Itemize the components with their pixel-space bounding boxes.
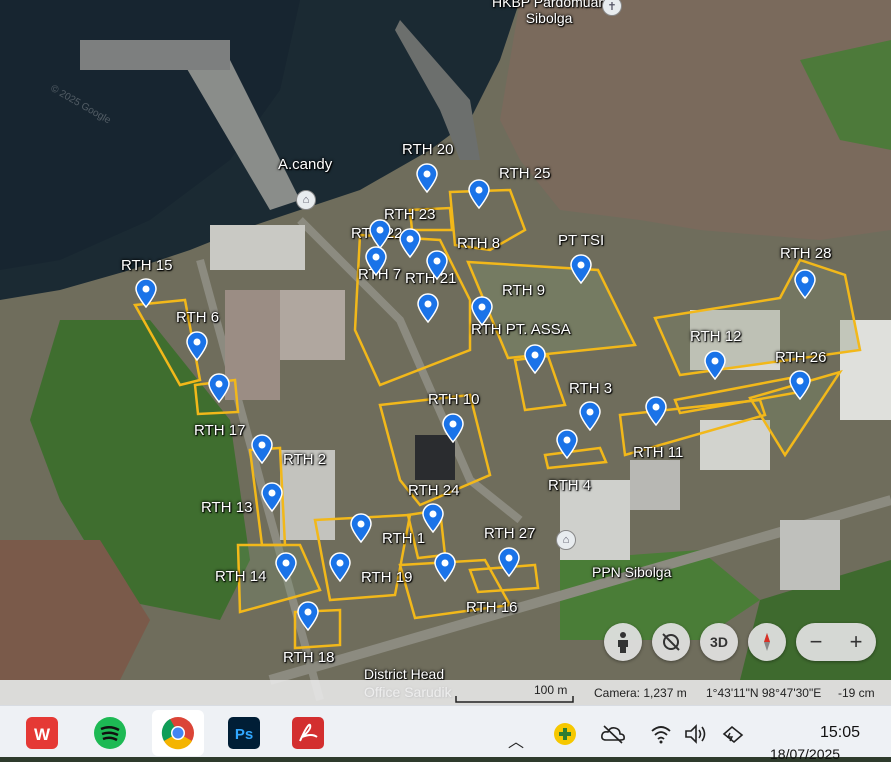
placemark-pin-icon[interactable] — [364, 246, 388, 277]
rth-label: RTH 2 — [283, 451, 327, 468]
rth-label: RTH 10 — [428, 391, 480, 408]
chevron-up-icon[interactable]: ︿ — [508, 728, 524, 752]
zoom-in-button[interactable]: + — [850, 629, 863, 655]
placemark-pin-icon[interactable] — [398, 228, 422, 259]
place-label-a-candy: A.candy — [278, 156, 333, 173]
spotify-app[interactable] — [92, 715, 128, 751]
placemark-pin-icon[interactable] — [349, 513, 373, 544]
battery-icon[interactable] — [720, 724, 746, 749]
volume-icon[interactable] — [684, 724, 708, 749]
acrobat-icon — [292, 717, 324, 749]
placemark-pin-icon[interactable] — [260, 482, 284, 513]
coordinates: 1°43'11"N 98°47'30"E — [706, 686, 822, 700]
cloud-offline-icon[interactable] — [600, 724, 626, 749]
spotify-icon — [94, 717, 126, 749]
rth-label: PT TSI — [558, 232, 605, 249]
satellite-map[interactable]: © 2025 Google HKBP Pardomuan Sibolga ✝ A.… — [0, 0, 891, 705]
placemark-pin-icon[interactable] — [467, 179, 491, 210]
taskbar: W Ps ︿ 15:05 18/07/2025 — [0, 705, 891, 762]
place-label-church: HKBP Pardomuan Sibolga — [492, 0, 607, 26]
scale-bar — [455, 696, 574, 703]
rth-label: RTH 1 — [382, 530, 426, 547]
placemark-pin-icon[interactable] — [425, 250, 449, 281]
placemark-pin-icon[interactable] — [788, 370, 812, 401]
rth-label: RTH 17 — [194, 422, 246, 439]
app-tray-icon[interactable] — [553, 722, 577, 751]
placemark-pin-icon[interactable] — [415, 163, 439, 194]
acrobat-reader-app[interactable] — [290, 715, 326, 751]
scale-label: 100 m — [534, 683, 568, 697]
rth-label: RTH 9 — [502, 282, 546, 299]
placemark-pin-icon[interactable] — [433, 552, 457, 583]
rth-label: RTH 18 — [283, 649, 335, 666]
rth-label: RTH 19 — [361, 569, 413, 586]
placemark-pin-icon[interactable] — [470, 296, 494, 327]
placemark-pin-icon[interactable] — [555, 429, 579, 460]
elevation: -19 cm — [838, 686, 875, 700]
chrome-icon — [161, 717, 194, 750]
rth-label: RTH 6 — [176, 309, 220, 326]
placemark-pin-icon[interactable] — [274, 552, 298, 583]
rth-label: RTH 12 — [690, 328, 742, 345]
placemark-pin-icon[interactable] — [207, 373, 231, 404]
placemark-pin-icon[interactable] — [523, 344, 547, 375]
placemark-pin-icon[interactable] — [368, 219, 392, 250]
placemark-pin-icon[interactable] — [296, 601, 320, 632]
svg-text:W: W — [34, 725, 51, 744]
camera-altitude: Camera: 1,237 m — [594, 686, 687, 700]
placemark-pin-icon[interactable] — [578, 401, 602, 432]
place-label-ppn-sibolga: PPN Sibolga — [592, 564, 672, 580]
placemark-pin-icon[interactable] — [416, 293, 440, 324]
placemark-pin-icon[interactable] — [703, 350, 727, 381]
placemark-pin-icon[interactable] — [497, 547, 521, 578]
person-icon — [618, 632, 628, 653]
placemark-pin-icon[interactable] — [441, 413, 465, 444]
tilt-icon — [662, 633, 680, 651]
tilt-reset-button[interactable] — [652, 623, 690, 661]
rth-label: RTH 4 — [548, 477, 592, 494]
placemark-pin-icon[interactable] — [328, 552, 352, 583]
place-pin-icon[interactable]: ⌂ — [556, 530, 576, 550]
placemark-pin-icon[interactable] — [793, 269, 817, 300]
rth-label: RTH 14 — [215, 568, 267, 585]
compass-button[interactable] — [748, 623, 786, 661]
svg-text:Ps: Ps — [235, 726, 253, 743]
placemark-pin-icon[interactable] — [250, 434, 274, 465]
placemark-pin-icon[interactable] — [569, 254, 593, 285]
clock-date[interactable]: 18/07/2025 — [770, 746, 840, 762]
placemark-pin-icon[interactable] — [134, 278, 158, 309]
rth-label: RTH 8 — [457, 235, 501, 252]
rth-label: RTH 28 — [780, 245, 832, 262]
placemark-pin-icon[interactable] — [644, 396, 668, 427]
map-imagery: © 2025 Google — [0, 0, 891, 705]
rth-label: RTH 11 — [633, 444, 684, 461]
map-status-bar: 100 m Camera: 1,237 m 1°43'11"N 98°47'30… — [0, 680, 891, 705]
rth-label: RTH 25 — [499, 165, 551, 182]
photoshop-icon: Ps — [228, 717, 260, 749]
zoom-out-button[interactable]: − — [810, 629, 823, 655]
rth-label: RTH 15 — [121, 257, 173, 274]
rth-label: RTH 26 — [775, 349, 827, 366]
placemark-pin-icon[interactable] — [421, 503, 445, 534]
compass-icon — [764, 633, 770, 651]
rth-label: RTH 16 — [466, 599, 518, 616]
photoshop-app[interactable]: Ps — [226, 715, 262, 751]
google-chrome-app[interactable] — [152, 710, 204, 756]
street-view-button[interactable] — [604, 623, 642, 661]
wps-office-app[interactable]: W — [24, 715, 60, 751]
rth-label: RTH 3 — [569, 380, 613, 397]
placemark-pin-icon[interactable] — [185, 331, 209, 362]
zoom-control: − + — [796, 623, 876, 661]
rth-label: RTH 27 — [484, 525, 536, 542]
rth-label: RTH 24 — [408, 482, 460, 499]
clock-time[interactable]: 15:05 — [820, 724, 860, 742]
rth-label: RTH 13 — [201, 499, 253, 516]
rth-label: RTH 20 — [402, 141, 454, 158]
wps-office-icon: W — [26, 717, 58, 749]
3d-button[interactable]: 3D — [700, 623, 738, 661]
place-pin-icon[interactable]: ⌂ — [296, 190, 316, 210]
wifi-icon[interactable] — [650, 724, 672, 749]
